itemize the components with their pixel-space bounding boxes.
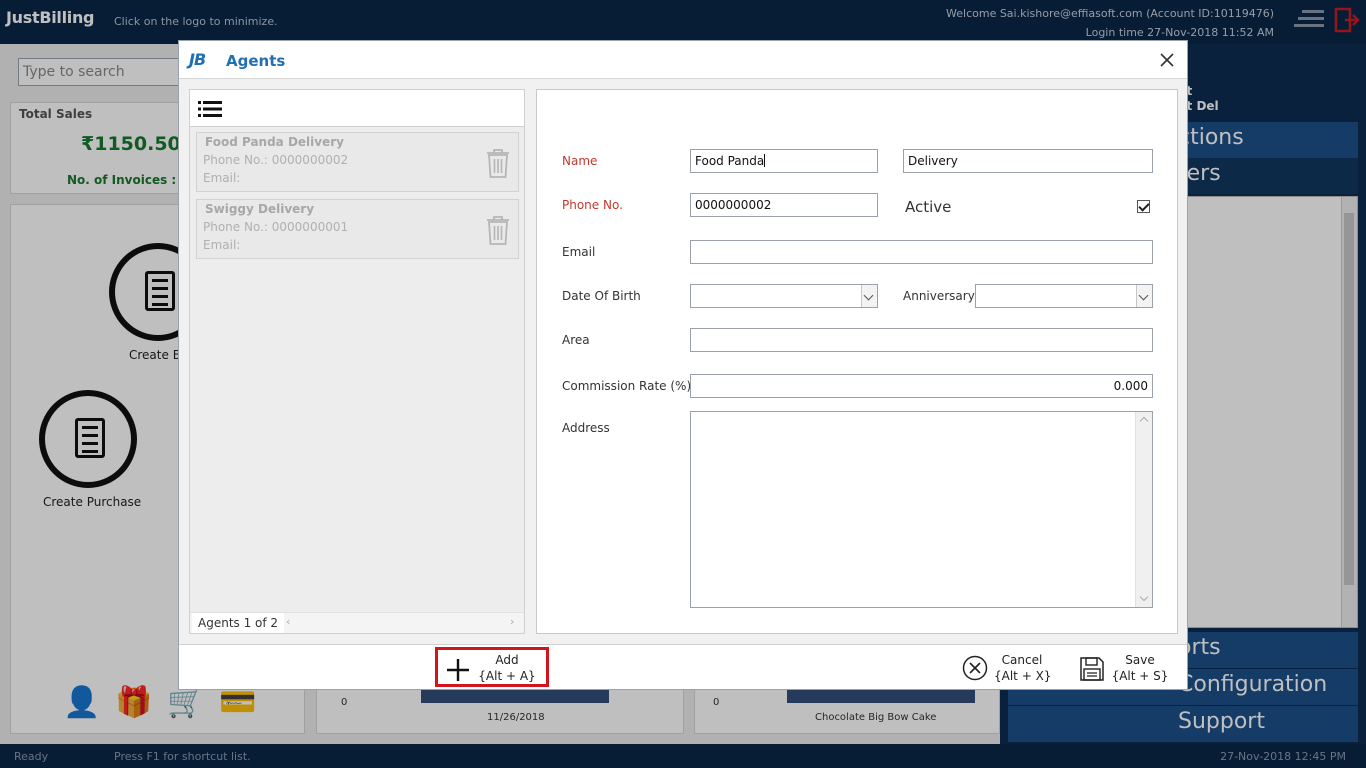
agent-name: Swiggy Delivery — [205, 202, 315, 216]
active-checkbox[interactable] — [1137, 200, 1150, 213]
chevron-down-icon[interactable] — [861, 285, 877, 307]
anniversary-dropdown[interactable] — [975, 284, 1153, 308]
agent-email: Email: — [203, 171, 241, 185]
save-icon — [1080, 657, 1104, 681]
list-item[interactable]: Swiggy Delivery Phone No.: 0000000001 Em… — [196, 199, 519, 259]
email-label: Email — [562, 245, 596, 259]
area-input[interactable] — [690, 328, 1153, 352]
cancel-icon — [962, 655, 988, 681]
dialog-header: JB Agents — [179, 41, 1187, 79]
dialog-title: Agents — [226, 52, 286, 70]
close-icon[interactable] — [1157, 50, 1177, 70]
email-input[interactable] — [690, 240, 1153, 264]
anniversary-label: Anniversary — [903, 289, 975, 303]
phone-label: Phone No. — [562, 198, 623, 212]
list-menu-icon[interactable] — [198, 100, 222, 118]
agent-count: Agents 1 of 2 — [192, 613, 285, 633]
address-scrollbar[interactable] — [1135, 412, 1152, 607]
dob-label: Date Of Birth — [562, 289, 641, 303]
scroll-right-icon[interactable]: › — [510, 615, 514, 628]
address-textarea[interactable] — [690, 411, 1153, 608]
add-shortcut: {Alt + A} — [478, 669, 536, 683]
agent-list-panel: Food Panda Delivery Phone No.: 000000000… — [189, 89, 525, 634]
active-label: Active — [905, 198, 952, 216]
address-label: Address — [562, 421, 610, 435]
agent-list-header — [190, 90, 524, 127]
phone-input[interactable]: 0000000002 — [690, 193, 878, 217]
list-item[interactable]: Food Panda Delivery Phone No.: 000000000… — [196, 132, 519, 192]
first-name-input[interactable]: Food Panda — [690, 149, 878, 173]
delete-icon[interactable] — [485, 214, 511, 246]
agent-phone: Phone No.: 0000000001 — [203, 220, 349, 234]
agent-name: Food Panda Delivery — [205, 135, 344, 149]
chevron-down-icon[interactable] — [1136, 285, 1152, 307]
plus-icon — [447, 659, 469, 681]
cancel-shortcut: {Alt + X} — [994, 669, 1052, 683]
agent-list-footer: Agents 1 of 2 ‹ › — [190, 612, 524, 633]
add-button[interactable]: Add {Alt + A} — [435, 647, 549, 687]
dialog-footer: Add {Alt + A} Cancel {Alt + X} Save {Alt… — [179, 644, 1187, 689]
dob-dropdown[interactable] — [690, 284, 878, 308]
add-label: Add — [495, 653, 519, 667]
agent-phone: Phone No.: 0000000002 — [203, 153, 349, 167]
area-label: Area — [562, 333, 590, 347]
agent-email: Email: — [203, 238, 241, 252]
scroll-left-icon[interactable]: ‹ — [286, 615, 290, 628]
name-label: Name — [562, 154, 598, 168]
save-label: Save — [1125, 653, 1155, 667]
dialog-logo: JB — [189, 50, 206, 69]
commission-label: Commission Rate (%) — [562, 379, 692, 393]
cancel-button[interactable]: Cancel {Alt + X} — [962, 650, 1052, 690]
agent-form: Name Food Panda Delivery Phone No. 00000… — [536, 89, 1178, 634]
agents-dialog: JB Agents Food Panda Delivery Phone No.:… — [178, 40, 1188, 690]
save-button[interactable]: Save {Alt + S} — [1079, 650, 1171, 690]
cancel-label: Cancel — [1001, 653, 1043, 667]
delete-icon[interactable] — [485, 147, 511, 179]
save-shortcut: {Alt + S} — [1111, 669, 1169, 683]
last-name-input[interactable]: Delivery — [903, 149, 1153, 173]
commission-input[interactable]: 0.000 — [690, 374, 1153, 398]
